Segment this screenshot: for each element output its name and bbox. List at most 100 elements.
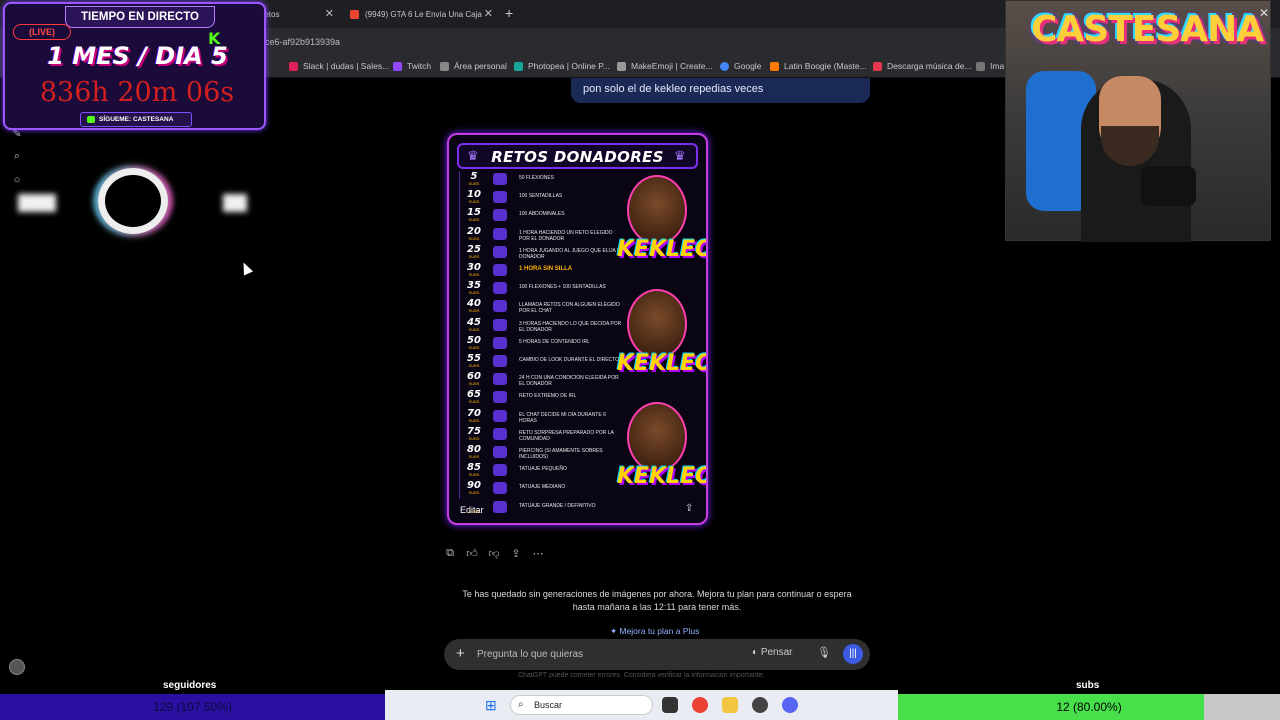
bookmark-ima[interactable]: Ima (976, 61, 1004, 71)
challenge-text: TATUAJE PEQUEÑO (519, 466, 567, 473)
challenge-text: EL CHAT DECIDE MI DÍA DURANTE 6 HORAS (519, 411, 606, 424)
google-icon (720, 61, 729, 71)
bookmark-google[interactable]: Google (720, 61, 761, 71)
kekleo-label: KEKLEO (617, 464, 708, 489)
challenge-icon (493, 446, 507, 458)
search-icon[interactable]: ⌕ (10, 150, 24, 164)
challenge-icon (493, 300, 507, 313)
thumbs-up-icon[interactable]: 👍︎ (466, 547, 478, 560)
challenge-row: 50 SUBS 5 HORAS DE CONTENIDO IRL (460, 335, 620, 353)
subs-tag: SUBS (468, 399, 480, 405)
message-actions: ⧉ 👍︎ 👎︎ ⇪ ⋯ (444, 547, 544, 560)
edit-image-button[interactable]: Editar (460, 505, 484, 515)
plus-icon[interactable]: + (456, 645, 465, 662)
followers-progress-bar: 129 (107.50%) (0, 694, 385, 720)
microphone-icon[interactable]: 🎙︎ (817, 646, 831, 659)
challenge-text: 1 HORA SIN SILLA (519, 266, 573, 272)
kekleo-face (627, 175, 687, 245)
challenge-text: 24 H CON UNA CONDICION ELEGIDA POR EL DO… (519, 375, 619, 388)
followers-label: seguidores (163, 680, 217, 691)
music-icon (770, 61, 779, 71)
subs-tag: SUBS (468, 235, 480, 241)
close-icon[interactable]: ✕ (484, 7, 493, 20)
challenge-row: 20 SUBS 1 HORA HACIENDO UN RETO ELEGIDO PO… (460, 226, 620, 244)
close-icon[interactable]: ✕ (1259, 6, 1269, 20)
followers-value: 129 (107.50%) (153, 700, 232, 714)
bookmark-descarga[interactable]: Descarga música de... (873, 61, 972, 71)
challenge-row: 15 SUBS 100 ABDOMINALES (460, 207, 620, 225)
challenge-icon (493, 282, 507, 295)
subs-tag: SUBS (468, 417, 480, 423)
challenge-text: 100 ABDOMINALES (519, 211, 565, 218)
disclaimer-text: ChatGPT puede cometer errores. Considera… (518, 672, 765, 679)
thumbs-down-icon[interactable]: 👎︎ (488, 547, 500, 560)
challenge-text: 1 HORA JUGANDO AL JUEGO QUE ELIJA EL DON… (519, 247, 623, 260)
challenge-icon (493, 409, 507, 422)
share-icon[interactable]: ⇪ (510, 547, 522, 560)
challenge-icon (493, 391, 507, 404)
kekleo-badge: KEKLEO (613, 171, 708, 277)
glitch-graphic (18, 166, 248, 241)
subs-tag: SUBS (468, 363, 480, 368)
tab-active[interactable]: e retos ✕ (255, 3, 338, 25)
challenge-text: TATUAJE GRANDE / DEFINITIVO (519, 502, 596, 509)
bookmark-area-personal[interactable]: Área personal (440, 61, 507, 71)
subs-tag: SUBS (468, 344, 480, 350)
bookmark-twitch[interactable]: Twitch (393, 61, 431, 71)
challenge-row: 55 SUBS CAMBIO DE LOOK DURANTE EL DIRECTO (460, 353, 620, 371)
windows-start-icon[interactable]: ⊞ (485, 698, 499, 712)
subs-progress-bar: 12 (80.00%) (898, 694, 1280, 720)
bookmark-makeemoji[interactable]: MakeEmoji | Create... (617, 61, 713, 71)
close-icon[interactable]: ✕ (325, 7, 334, 20)
bookmark-photopea[interactable]: Photopea | Online P... (514, 61, 610, 71)
url-text[interactable]: ce6-af92b913939a (265, 37, 340, 47)
more-icon[interactable]: ⋯ (532, 547, 544, 560)
challenge-icon (493, 173, 507, 185)
task-view-icon[interactable] (662, 697, 678, 713)
prompt-input[interactable] (477, 646, 747, 663)
generated-image[interactable]: ♛ RETOS DONADORES ♛ 5 SUBS 50 FLEXIONES 10 S… (447, 133, 708, 525)
challenge-icon (493, 500, 507, 513)
chrome-icon[interactable] (692, 697, 708, 713)
challenge-list: 5 SUBS 50 FLEXIONES 10 SUBS 100 SENTADILLAS 15… (459, 171, 623, 514)
subs-tag: SUBS (468, 435, 480, 441)
kekleo-badge: KEKLEO (613, 285, 706, 391)
upgrade-plan-link[interactable]: ✦ Mejora tu plan a Plus (610, 626, 699, 637)
challenge-icon (493, 209, 507, 222)
subs-tag: SUBS (468, 308, 480, 314)
kekleo-face (627, 289, 687, 359)
bookmark-latin-boogie[interactable]: Latin Boogie (Maste... (770, 61, 867, 71)
limit-message: Te has quedado sin generaciones de imáge… (462, 589, 852, 612)
profile-avatar[interactable] (9, 659, 25, 675)
copy-icon[interactable]: ⧉ (444, 547, 456, 560)
challenge-row: 25 SUBS 1 HORA JUGANDO AL JUEGO QUE ELIJA … (460, 244, 623, 262)
challenge-text: 100 FLEXIONES + 100 SENTADILLAS (519, 284, 606, 291)
channel-banner: CASTESANA (1031, 9, 1264, 50)
obs-icon[interactable] (752, 697, 768, 713)
cat-icon (617, 61, 626, 71)
poster-title: RETOS DONADORES (491, 148, 664, 166)
challenge-row: SUBS TATUAJE GRANDE / DEFINITIVO (460, 499, 620, 517)
kekleo-label: KEKLEO (617, 237, 708, 262)
challenge-icon (493, 227, 507, 240)
taskbar-search[interactable]: ⌕ Buscar (510, 695, 653, 715)
user-message-bubble: pon solo el de kekleo repedias veces (571, 78, 870, 103)
think-button[interactable]: ◐ Pensar (752, 647, 793, 658)
share-icon[interactable]: ⇪ (685, 503, 693, 514)
challenge-row: 10 SUBS 100 SENTADILLAS (460, 189, 620, 207)
file-explorer-icon[interactable] (722, 697, 738, 713)
subs-tag: SUBS (468, 217, 480, 223)
subs-label: subs (1076, 680, 1100, 691)
voice-mode-button[interactable]: ||| (843, 644, 863, 664)
photopea-icon (514, 61, 523, 71)
challenge-text: PIERCING (SI AMAMENTE SOBRES INCLUIDOS) (519, 448, 603, 460)
discord-icon[interactable] (782, 697, 798, 713)
challenge-row: 40 SUBS LLAMADA RETOS CON ALGUIEN ELEGIDO … (460, 298, 620, 316)
subs-value: 12 (80.00%) (1056, 700, 1122, 714)
challenge-row: 5 SUBS 50 FLEXIONES (460, 171, 620, 189)
tab-youtube[interactable]: (9949) GTA 6 Le Envía Una Caja ✕ (342, 3, 497, 25)
challenge-icon (493, 245, 507, 258)
crown-icon: ♛ (674, 148, 686, 163)
bookmark-slack[interactable]: Slack | dudas | Sales... (289, 61, 389, 71)
new-tab-icon[interactable]: + (505, 5, 513, 21)
